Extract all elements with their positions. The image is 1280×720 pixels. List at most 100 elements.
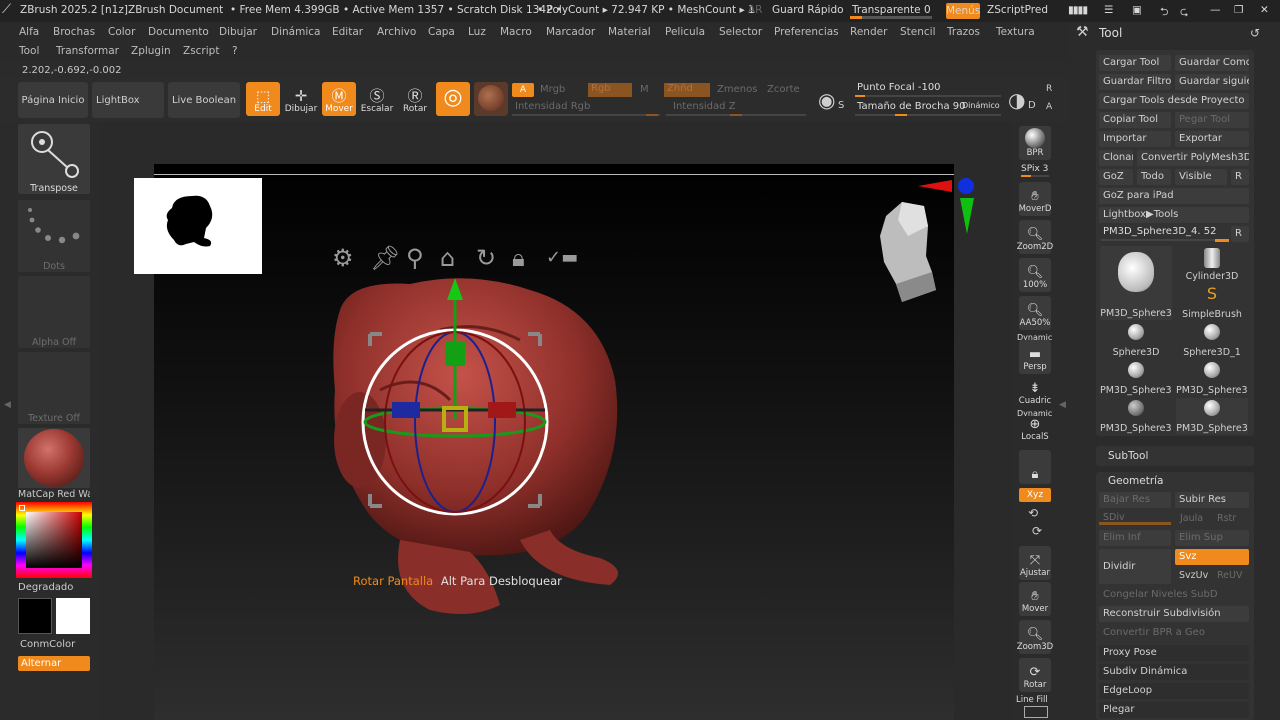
menu-documento[interactable]: Documento — [148, 26, 209, 38]
divider-icon[interactable]: ▮▮▮▮ — [1068, 4, 1088, 16]
a-label[interactable]: A — [1046, 102, 1052, 112]
edit-button[interactable]: ⬚ Edit — [246, 82, 280, 116]
y-axis-icon[interactable] — [960, 198, 974, 234]
gizmo-y-arrow[interactable] — [447, 278, 463, 300]
primary-color-swatch[interactable] — [18, 598, 52, 634]
color-picker-cursor[interactable] — [19, 505, 25, 511]
current-tool-r-button[interactable]: R — [1231, 226, 1249, 242]
close-icon[interactable]: ✕ — [1260, 4, 1269, 16]
z-rotate-icon[interactable]: ⟳ — [1032, 524, 1042, 538]
r-label[interactable]: R — [1046, 84, 1052, 94]
bpr-button[interactable]: BPR — [1019, 126, 1051, 160]
divide-button[interactable]: Dividir — [1099, 549, 1171, 584]
gear-icon[interactable]: ⚙ — [332, 244, 354, 272]
menu-preferencias[interactable]: Preferencias — [774, 26, 839, 38]
left-collapse-icon[interactable]: ◀ — [4, 400, 11, 414]
menu-luz[interactable]: Luz — [468, 26, 486, 38]
menu-stencil[interactable]: Stencil — [900, 26, 936, 38]
crease-section[interactable]: Plegar — [1099, 702, 1249, 718]
menu-dibujar[interactable]: Dibujar — [219, 26, 257, 38]
xyz-button[interactable]: Xyz — [1019, 488, 1051, 502]
rgb-intensity-track[interactable] — [512, 114, 660, 116]
x-axis-icon[interactable] — [918, 180, 952, 192]
cylinder3d-thumb[interactable]: Cylinder3D — [1176, 246, 1248, 282]
silhouette-preview[interactable] — [134, 178, 262, 274]
m-toggle[interactable]: M — [640, 84, 649, 95]
zcut-toggle[interactable]: Zcorte — [767, 84, 800, 95]
dynamic-label[interactable]: Dinámico — [962, 101, 1000, 110]
spix-track[interactable] — [1021, 175, 1049, 177]
conmcolor-label[interactable]: ConmColor — [20, 639, 75, 650]
ar-label[interactable]: AR — [748, 4, 762, 16]
goz-ipad-button[interactable]: GoZ para iPad — [1099, 188, 1249, 204]
menu-editar[interactable]: Editar — [332, 26, 363, 38]
material-button[interactable] — [474, 82, 508, 116]
edgeloop-section[interactable]: EdgeLoop — [1099, 683, 1249, 699]
move-view-button[interactable]: ✋︎ Mover — [1019, 582, 1051, 616]
location-icon[interactable]: ⚲ — [406, 244, 424, 272]
menu-selector[interactable]: Selector — [719, 26, 762, 38]
rgb-intensity-slider[interactable]: Intensidad Rgb — [515, 101, 590, 112]
focal-shift-track[interactable] — [855, 95, 1001, 97]
menu-textura[interactable]: Textura — [996, 26, 1035, 38]
brush-size-track[interactable] — [855, 114, 1001, 116]
pm3d-sphere-thumb-3[interactable]: PM3D_Sphere3I — [1100, 398, 1172, 434]
floor-button[interactable]: ⇟ Cuadric — [1019, 374, 1051, 408]
menu-archivo[interactable]: Archivo — [377, 26, 416, 38]
settings-icon[interactable]: ☰ — [1104, 4, 1113, 16]
menu-pelicula[interactable]: Pelicula — [665, 26, 705, 38]
local-sym-button[interactable]: ⊕ LocalS — [1019, 416, 1051, 444]
active-tool-thumb[interactable]: PM3D_Sphere3 — [1100, 246, 1172, 320]
current-tool-slider[interactable]: PM3D_Sphere3D_4. 52 — [1103, 226, 1216, 237]
cage-button[interactable]: Jaula — [1180, 513, 1203, 524]
pm3d-sphere-thumb-4[interactable]: PM3D_Sphere3 — [1176, 398, 1248, 434]
aa-half-button[interactable]: 🔍︎ AA50% — [1019, 296, 1051, 330]
line-fill-icon[interactable] — [1024, 706, 1048, 718]
material-swatch-button[interactable] — [18, 428, 90, 488]
secondary-color-swatch[interactable] — [56, 598, 90, 634]
save-filters-button[interactable]: Guardar Filtros — [1099, 74, 1171, 90]
spix-slider[interactable]: SPix 3 — [1021, 164, 1048, 174]
rotate-button[interactable]: Ⓡ Rotar — [398, 82, 432, 116]
reset-icon[interactable]: ↻ — [476, 244, 496, 272]
quicksave-button[interactable]: Guard Rápido — [772, 4, 844, 16]
home-page-button[interactable]: Página Inicio — [18, 82, 88, 118]
sphere3d-thumb[interactable]: Sphere3D — [1100, 322, 1172, 358]
menu-capa[interactable]: Capa — [428, 26, 455, 38]
focal-shift-slider[interactable]: Punto Focal -100 — [857, 82, 941, 93]
import-button[interactable]: Importar — [1099, 131, 1171, 147]
current-tool-track[interactable] — [1101, 239, 1229, 242]
transpose-button[interactable]: Transpose — [18, 124, 90, 194]
suv-button[interactable]: SvzUv — [1179, 570, 1208, 581]
zscript-button[interactable]: ZScriptPred — [987, 4, 1048, 16]
color-picker-hue[interactable] — [16, 502, 92, 578]
actual-size-button[interactable]: 🔍︎ 100% — [1019, 258, 1051, 292]
subtool-header[interactable]: SubTool — [1096, 446, 1254, 466]
convert-bpr-button[interactable]: Convertir BPR a Geo — [1099, 625, 1249, 641]
lightbox-button[interactable]: LightBox — [92, 82, 164, 118]
zbrush-logo-icon[interactable]: ⟋ — [2, 2, 11, 17]
live-boolean-button[interactable]: Live Boolean — [168, 82, 240, 118]
check-minus-icon[interactable]: ✓▬ — [546, 247, 578, 268]
pm3d-sphere-thumb-1[interactable]: PM3D_Sphere3I — [1100, 360, 1172, 396]
menus-button[interactable]: Menús — [946, 3, 980, 19]
freeze-subdiv-button[interactable]: Congelar Niveles SubD — [1099, 587, 1249, 603]
minimize-icon[interactable]: — — [1210, 4, 1221, 16]
rstr-button[interactable]: Rstr — [1217, 513, 1236, 524]
move-button[interactable]: Ⓜ Mover — [322, 82, 356, 116]
layout-icon[interactable]: ▣ — [1132, 4, 1142, 16]
menu-marcador[interactable]: Marcador — [546, 26, 595, 38]
menu-transformar[interactable]: Transformar — [56, 45, 119, 57]
lightbox-tools-button[interactable]: Lightbox▶Tools — [1099, 207, 1249, 223]
save-as-button[interactable]: Guardar Como — [1175, 55, 1249, 71]
proxy-pose-section[interactable]: Proxy Pose — [1099, 645, 1249, 661]
dynamic-subdiv-section[interactable]: Subdiv Dinámica — [1099, 664, 1249, 680]
menu-tool[interactable]: Tool — [19, 45, 39, 57]
mover-d-button[interactable]: ✋︎ MoverD — [1019, 182, 1051, 216]
reconstruct-subdiv-button[interactable]: Reconstruir Subdivisión — [1099, 606, 1249, 622]
copy-tool-button[interactable]: Copiar Tool — [1099, 112, 1171, 128]
del-higher-button[interactable]: Elim Sup — [1175, 530, 1249, 546]
goz-visible-button[interactable]: Visible — [1175, 169, 1227, 185]
paste-tool-button[interactable]: Pegar Tool — [1175, 112, 1249, 128]
save-next-button[interactable]: Guardar siguie — [1175, 74, 1249, 90]
